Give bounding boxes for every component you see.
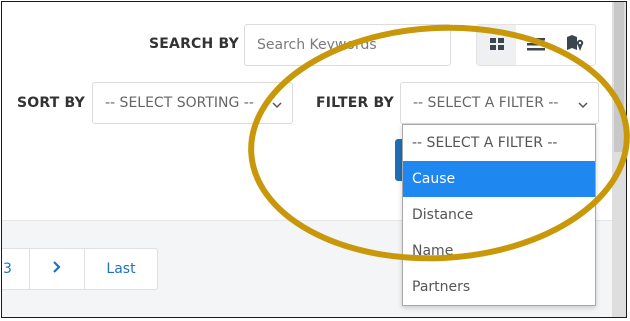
last-page-button[interactable]: Last	[85, 249, 157, 289]
view-toggle	[476, 24, 596, 66]
pagination: 3 Last	[2, 248, 158, 290]
chevron-down-icon	[578, 98, 588, 114]
filter-option[interactable]: -- SELECT A FILTER --	[403, 125, 595, 161]
grid-icon	[489, 36, 505, 55]
map-view-button[interactable]	[556, 25, 595, 65]
filter-option[interactable]: Cause	[403, 161, 595, 197]
scrollbar-thumb[interactable]	[614, 2, 624, 152]
page-button-3[interactable]: 3	[2, 249, 30, 289]
search-by-label: SEARCH BY	[149, 36, 239, 52]
search-input[interactable]	[244, 24, 451, 66]
filter-option[interactable]: Distance	[403, 197, 595, 233]
filter-option[interactable]: Name	[403, 233, 595, 269]
sort-by-label: SORT BY	[17, 95, 86, 111]
grid-view-button[interactable]	[477, 25, 517, 65]
page-frame: SEARCH BY Search Keywords SORT BY -- SEL…	[1, 1, 627, 318]
filter-by-label: FILTER BY	[316, 95, 394, 111]
chevron-down-icon	[272, 98, 282, 114]
next-page-button[interactable]	[30, 249, 85, 289]
scrollbar[interactable]	[612, 2, 626, 317]
filter-option[interactable]: Partners	[403, 269, 595, 305]
filter-select[interactable]: -- SELECT A FILTER --	[400, 82, 599, 124]
map-icon	[566, 34, 584, 56]
sort-select-value: -- SELECT SORTING --	[105, 95, 254, 111]
list-view-button[interactable]	[516, 25, 555, 65]
chevron-right-icon	[52, 261, 62, 277]
sort-select[interactable]: -- SELECT SORTING --	[92, 82, 293, 124]
filter-dropdown-list: -- SELECT A FILTER -- Cause Distance Nam…	[402, 124, 596, 306]
filter-select-value: -- SELECT A FILTER --	[413, 95, 559, 111]
list-icon	[526, 36, 545, 55]
